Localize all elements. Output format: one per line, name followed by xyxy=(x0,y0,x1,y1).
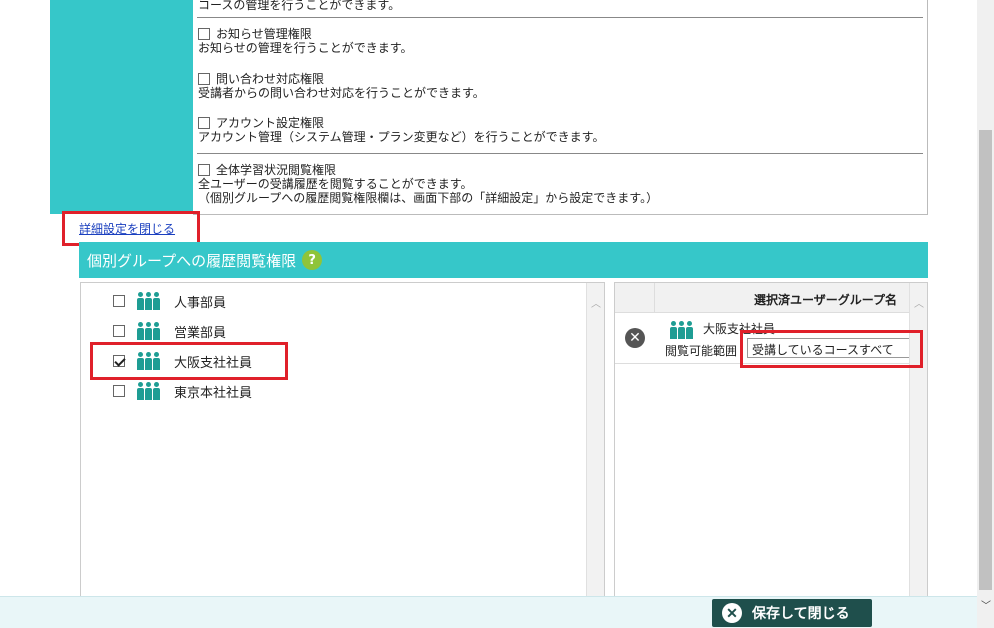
group-name: 人事部員 xyxy=(174,295,227,311)
permission-desc: お知らせの管理を行うことができます。 xyxy=(198,41,413,55)
chevron-up-icon[interactable]: ︿ xyxy=(590,295,602,310)
user-group-icon xyxy=(137,292,160,310)
section-title: 個別グループへの履歴閲覧権限 xyxy=(87,251,297,270)
group-name: 東京本社社員 xyxy=(174,385,253,401)
help-icon[interactable]: ? xyxy=(302,250,323,270)
view-range-label: 閲覧可能範囲 xyxy=(665,344,738,358)
group-row-jinji[interactable]: 人事部員 xyxy=(113,291,226,311)
permissions-list: コースの管理を行うことができます。 お知らせ管理権限 お知らせの管理を行うことが… xyxy=(193,0,928,215)
permission-inquiry: 問い合わせ対応権限 受講者からの問い合わせ対応を行うことができます。 xyxy=(198,72,485,100)
user-group-icon xyxy=(670,320,693,339)
permission-title: お知らせ管理権限 xyxy=(216,27,312,41)
chevron-up-icon[interactable]: ︿ xyxy=(913,295,925,310)
user-group-icon xyxy=(137,382,160,400)
permission-title: アカウント設定権限 xyxy=(216,116,325,130)
permission-desc-note: （個別グループへの履歴閲覧権限欄は、画面下部の「詳細設定」から設定できます。） xyxy=(198,191,659,205)
group-row-eigyo[interactable]: 営業部員 xyxy=(113,321,226,341)
group-row-tokyo[interactable]: 東京本社社員 xyxy=(113,381,252,401)
group-name: 営業部員 xyxy=(174,325,227,341)
close-circle-icon: ✕ xyxy=(722,603,742,623)
permission-desc-truncated: コースの管理を行うことができます。 xyxy=(198,0,401,12)
permission-desc: 全ユーザーの受講履歴を閲覧することができます。 xyxy=(198,177,473,191)
selected-groups-header: 選択済ユーザーグループ名 xyxy=(615,283,911,313)
group-checkbox[interactable] xyxy=(113,385,125,397)
chevron-down-icon[interactable]: ﹀ xyxy=(981,597,991,612)
permission-desc: 受講者からの問い合わせ対応を行うことができます。 xyxy=(198,86,485,100)
permission-desc: アカウント管理（システム管理・プラン変更など）を行うことができます。 xyxy=(198,130,605,144)
save-and-close-label: 保存して閉じる xyxy=(752,605,850,621)
permission-notice: お知らせ管理権限 お知らせの管理を行うことができます。 xyxy=(198,27,413,55)
group-checkbox[interactable] xyxy=(113,325,125,337)
overall-learning-permission-checkbox[interactable] xyxy=(198,164,210,176)
permission-title: 全体学習状況閲覧権限 xyxy=(216,163,337,177)
permission-title: 問い合わせ対応権限 xyxy=(216,72,325,86)
save-and-close-button[interactable]: ✕ 保存して閉じる xyxy=(712,599,872,627)
group-list-scrollbar[interactable]: ︿ xyxy=(586,283,604,601)
highlight-close-link xyxy=(62,211,200,246)
user-group-icon xyxy=(137,322,160,340)
divider xyxy=(197,153,923,154)
permission-account: アカウント設定権限 アカウント管理（システム管理・プラン変更など）を行うことがで… xyxy=(198,116,604,144)
permission-overall-learning: 全体学習状況閲覧権限 全ユーザーの受講履歴を閲覧することができます。 （個別グル… xyxy=(198,163,658,205)
permissions-side-panel xyxy=(50,0,193,214)
notice-permission-checkbox[interactable] xyxy=(198,28,210,40)
section-header: 個別グループへの履歴閲覧権限 ? xyxy=(79,242,928,278)
selected-groups-title: 選択済ユーザーグループ名 xyxy=(753,293,897,307)
group-checkbox[interactable] xyxy=(113,295,125,307)
divider xyxy=(197,17,923,18)
page-scrollbar-thumb[interactable] xyxy=(979,130,992,590)
highlight-osaka-group xyxy=(90,342,288,380)
highlight-view-range xyxy=(740,330,923,368)
group-list-panel: 人事部員 営業部員 大阪支社社員 東京本社社員 ︿ xyxy=(80,282,605,602)
account-permission-checkbox[interactable] xyxy=(198,117,210,129)
page-scrollbar[interactable]: ﹀ xyxy=(977,0,994,628)
inquiry-permission-checkbox[interactable] xyxy=(198,73,210,85)
remove-circle-icon[interactable]: ✕ xyxy=(625,328,645,348)
